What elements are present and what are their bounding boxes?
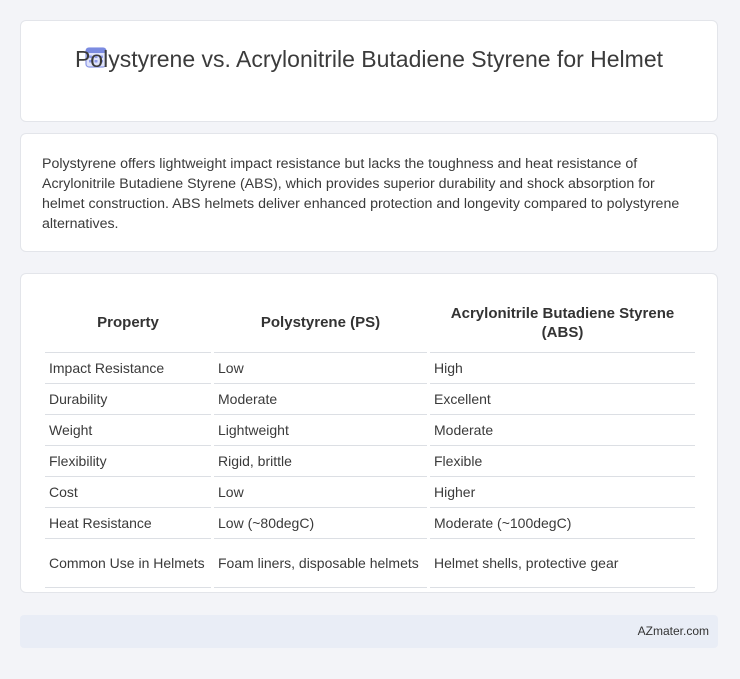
footer-brand: AZmater.com [637,624,709,638]
table-row: Weight Lightweight Moderate [45,415,695,446]
table-header-row: Property Polystyrene (PS) Acrylonitrile … [45,293,695,353]
table-cell: Rigid, brittle [214,446,427,477]
table-cell: Higher [430,477,695,508]
column-header-property: Property [45,293,211,353]
table-cell: Moderate [214,384,427,415]
table-cell: Helmet shells, protective gear [430,539,695,588]
table-cell: Foam liners, disposable helmets [214,539,427,588]
table-cell: Common Use in Helmets [45,539,211,588]
table-row: Flexibility Rigid, brittle Flexible [45,446,695,477]
title-card: Polystyrene vs. Acrylonitrile Butadiene … [20,20,718,122]
comparison-table: Property Polystyrene (PS) Acrylonitrile … [42,293,698,588]
summary-card: Polystyrene offers lightweight impact re… [20,133,718,252]
table-cell: Low [214,353,427,384]
table-row: Impact Resistance Low High [45,353,695,384]
table-cell: Moderate [430,415,695,446]
footer-bar: AZmater.com [20,615,718,648]
summary-text: Polystyrene offers lightweight impact re… [42,156,680,232]
comparison-card: Property Polystyrene (PS) Acrylonitrile … [20,273,718,593]
page-title: Polystyrene vs. Acrylonitrile Butadiene … [74,46,664,72]
table-cell: Impact Resistance [45,353,211,384]
table-cell: Lightweight [214,415,427,446]
table-cell: Cost [45,477,211,508]
table-cell: Heat Resistance [45,508,211,539]
table-cell: Flexible [430,446,695,477]
table-cell: Low (~80degC) [214,508,427,539]
table-row: Durability Moderate Excellent [45,384,695,415]
table-cell: Durability [45,384,211,415]
table-row: Heat Resistance Low (~80degC) Moderate (… [45,508,695,539]
table-cell: Excellent [430,384,695,415]
table-cell: Flexibility [45,446,211,477]
column-header-abs: Acrylonitrile Butadiene Styrene (ABS) [430,293,695,353]
table-cell: Moderate (~100degC) [430,508,695,539]
table-row: Common Use in Helmets Foam liners, dispo… [45,539,695,588]
column-header-ps: Polystyrene (PS) [214,293,427,353]
table-cell: High [430,353,695,384]
table-row: Cost Low Higher [45,477,695,508]
table-cell: Weight [45,415,211,446]
table-cell: Low [214,477,427,508]
